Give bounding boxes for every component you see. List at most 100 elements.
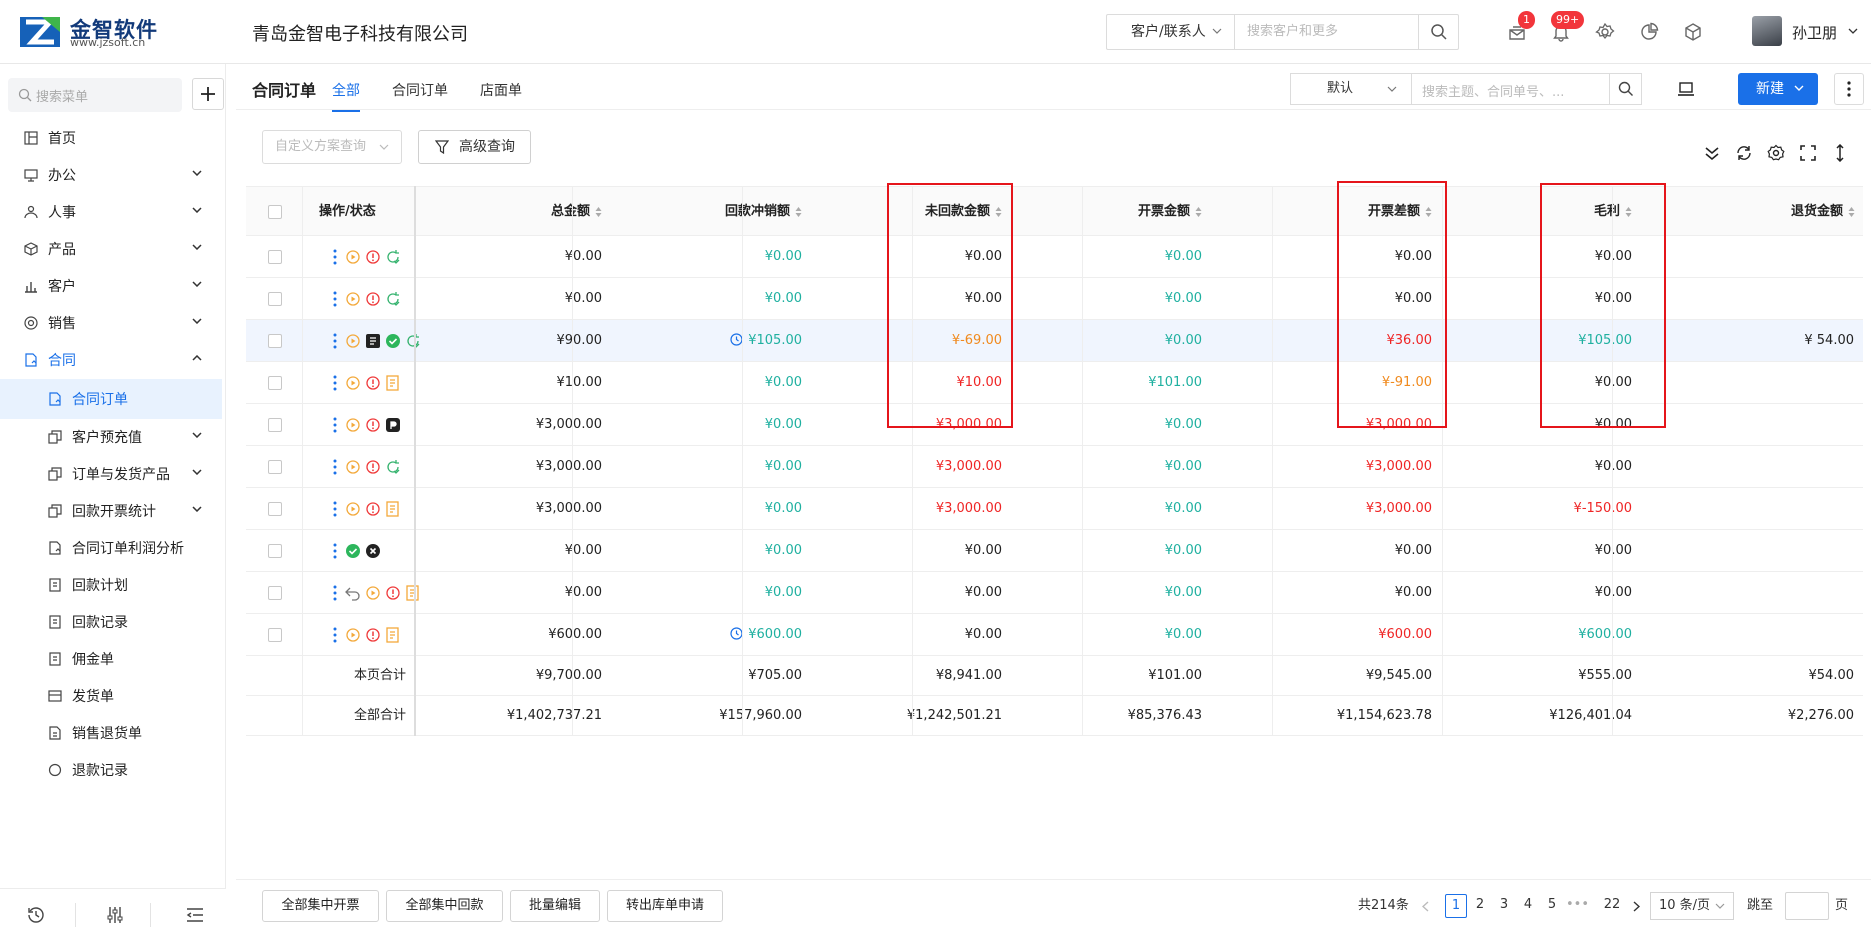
sidebar-item-payment-invoice-stats[interactable]: 回款开票统计 — [0, 491, 222, 531]
tab-all[interactable]: 全部 — [332, 80, 360, 112]
logo[interactable]: 金智软件 www.jzsoft.cn — [20, 14, 158, 50]
jump-page-input[interactable] — [1785, 892, 1829, 920]
more-vertical-icon[interactable] — [326, 332, 344, 350]
settings-icon[interactable] — [1767, 144, 1785, 162]
order-search-input[interactable]: 搜索主题、合同单号、... — [1411, 73, 1642, 105]
history-icon[interactable] — [26, 905, 46, 925]
table-row[interactable]: ¥0.00 ¥0.00 ¥0.00 ¥0.00 ¥0.00 ¥0.00 — [246, 278, 1863, 320]
table-row[interactable]: ¥3,000.00 ¥0.00 ¥3,000.00 ¥0.00 ¥3,000.00 ¥0.… — [246, 404, 1863, 446]
play-circle-icon[interactable] — [364, 584, 382, 602]
row-height-icon[interactable] — [1831, 144, 1849, 162]
more-button[interactable] — [1834, 73, 1864, 105]
avatar[interactable] — [1752, 16, 1782, 46]
play-circle-icon[interactable] — [344, 500, 362, 518]
sidebar-item-payment-record[interactable]: 回款记录 — [0, 602, 222, 642]
new-button[interactable]: 新建 — [1738, 73, 1818, 105]
table-row[interactable]: ¥3,000.00 ¥0.00 ¥3,000.00 ¥0.00 ¥3,000.00 ¥-1… — [246, 488, 1863, 530]
row-checkbox[interactable] — [268, 376, 282, 390]
cycle-check-icon[interactable] — [384, 290, 402, 308]
table-row[interactable]: ¥90.00 ¥105.00 ¥-69.00 ¥0.00 ¥36.00 ¥105.00 ¥ … — [246, 320, 1863, 362]
sidebar-item-sales[interactable]: 销售 — [0, 303, 222, 343]
column-header-total[interactable]: 总金额 — [446, 187, 602, 237]
more-vertical-icon[interactable] — [326, 542, 344, 560]
play-circle-icon[interactable] — [344, 416, 362, 434]
column-header-profit[interactable]: 毛利 — [1446, 187, 1632, 237]
gear-icon[interactable] — [1595, 22, 1615, 42]
sliders-icon[interactable] — [105, 905, 125, 925]
play-circle-icon[interactable] — [344, 248, 362, 266]
document-icon[interactable] — [404, 584, 422, 602]
alert-circle-icon[interactable] — [364, 248, 382, 266]
sidebar-item-hr[interactable]: 人事 — [0, 192, 222, 232]
select-all-checkbox[interactable] — [268, 205, 282, 219]
row-checkbox[interactable] — [268, 292, 282, 306]
document-icon[interactable] — [384, 374, 402, 392]
page-size-select[interactable]: 10 条/页 — [1650, 892, 1734, 920]
sidebar-item-order-shipment[interactable]: 订单与发货产品 — [0, 454, 222, 494]
batch-invoice-button[interactable]: 全部集中开票 — [262, 890, 379, 922]
batch-edit-button[interactable]: 批量编辑 — [510, 890, 600, 922]
column-header-invoiced[interactable]: 开票金额 — [1016, 187, 1202, 237]
sidebar-item-shipment[interactable]: 发货单 — [0, 676, 222, 716]
row-checkbox[interactable] — [268, 544, 282, 558]
tab-store-order[interactable]: 店面单 — [480, 80, 522, 100]
alert-circle-icon[interactable] — [364, 626, 382, 644]
table-row[interactable]: ¥10.00 ¥0.00 ¥10.00 ¥101.00 ¥-91.00 ¥0.00 — [246, 362, 1863, 404]
row-checkbox[interactable] — [268, 250, 282, 264]
row-checkbox[interactable] — [268, 586, 282, 600]
customer-search-type-select[interactable]: 客户/联系人 — [1107, 15, 1235, 49]
column-header-unpaid[interactable]: 未回款金额 — [816, 187, 1002, 237]
sidebar-item-payment-plan[interactable]: 回款计划 — [0, 565, 222, 605]
page-3[interactable]: 3 — [1493, 894, 1515, 918]
cycle-check-icon[interactable] — [384, 248, 402, 266]
chevron-down-icon[interactable] — [1848, 28, 1858, 34]
x-circle-icon[interactable] — [364, 542, 382, 560]
undo-icon[interactable] — [344, 584, 362, 602]
document-icon[interactable] — [384, 500, 402, 518]
p-badge-icon[interactable] — [384, 416, 402, 434]
check-circle-icon[interactable] — [344, 542, 362, 560]
alert-circle-icon[interactable] — [384, 584, 402, 602]
alert-circle-icon[interactable] — [364, 374, 382, 392]
sidebar-item-commission[interactable]: 佣金单 — [0, 639, 222, 679]
alert-circle-icon[interactable] — [364, 290, 382, 308]
play-circle-icon[interactable] — [344, 374, 362, 392]
chevron-right-icon[interactable] — [1633, 901, 1640, 912]
alert-circle-icon[interactable] — [364, 416, 382, 434]
alert-circle-icon[interactable] — [364, 500, 382, 518]
pie-chart-icon[interactable] — [1639, 22, 1659, 42]
row-checkbox[interactable] — [268, 460, 282, 474]
cycle-check-icon[interactable] — [404, 332, 422, 350]
column-header-invoice-diff[interactable]: 开票差额 — [1216, 187, 1432, 237]
collapse-menu-icon[interactable] — [185, 905, 205, 925]
menu-search-input[interactable]: 搜索菜单 — [8, 78, 182, 112]
customer-search-button[interactable] — [1418, 15, 1458, 49]
row-checkbox[interactable] — [268, 628, 282, 642]
sidebar-item-refund[interactable]: 退款记录 — [0, 750, 222, 778]
sidebar-item-contract[interactable]: 合同 — [0, 340, 222, 380]
table-row[interactable]: ¥0.00 ¥0.00 ¥0.00 ¥0.00 ¥0.00 ¥0.00 — [246, 572, 1863, 614]
table-row[interactable]: ¥0.00 ¥0.00 ¥0.00 ¥0.00 ¥0.00 ¥0.00 — [246, 236, 1863, 278]
batch-payment-button[interactable]: 全部集中回款 — [386, 890, 503, 922]
page-22[interactable]: 22 — [1598, 894, 1626, 918]
approval-doc-icon[interactable] — [364, 332, 382, 350]
more-vertical-icon[interactable] — [326, 374, 344, 392]
sidebar-item-sales-return[interactable]: 销售退货单 — [0, 713, 222, 753]
user-name[interactable]: 孙卫朋 — [1792, 22, 1837, 43]
play-circle-icon[interactable] — [344, 332, 362, 350]
sidebar-item-home[interactable]: 首页 — [0, 118, 222, 158]
refresh-icon[interactable] — [1735, 144, 1753, 162]
sidebar-item-product[interactable]: 产品 — [0, 229, 222, 269]
play-circle-icon[interactable] — [344, 626, 362, 644]
table-row[interactable]: ¥0.00 ¥0.00 ¥0.00 ¥0.00 ¥0.00 ¥0.00 — [246, 530, 1863, 572]
fullscreen-icon[interactable] — [1799, 144, 1817, 162]
document-icon[interactable] — [384, 626, 402, 644]
cube-icon[interactable] — [1683, 22, 1703, 42]
sidebar-item-office[interactable]: 办公 — [0, 155, 222, 195]
sidebar-item-customer[interactable]: 客户 — [0, 266, 222, 306]
page-2[interactable]: 2 — [1469, 894, 1491, 918]
page-5[interactable]: 5 — [1541, 894, 1563, 918]
column-header-writeoff[interactable]: 回款冲销额 — [616, 187, 802, 237]
tab-contract-order[interactable]: 合同订单 — [392, 80, 448, 100]
saved-query-select[interactable]: 自定义方案查询 — [262, 130, 402, 164]
